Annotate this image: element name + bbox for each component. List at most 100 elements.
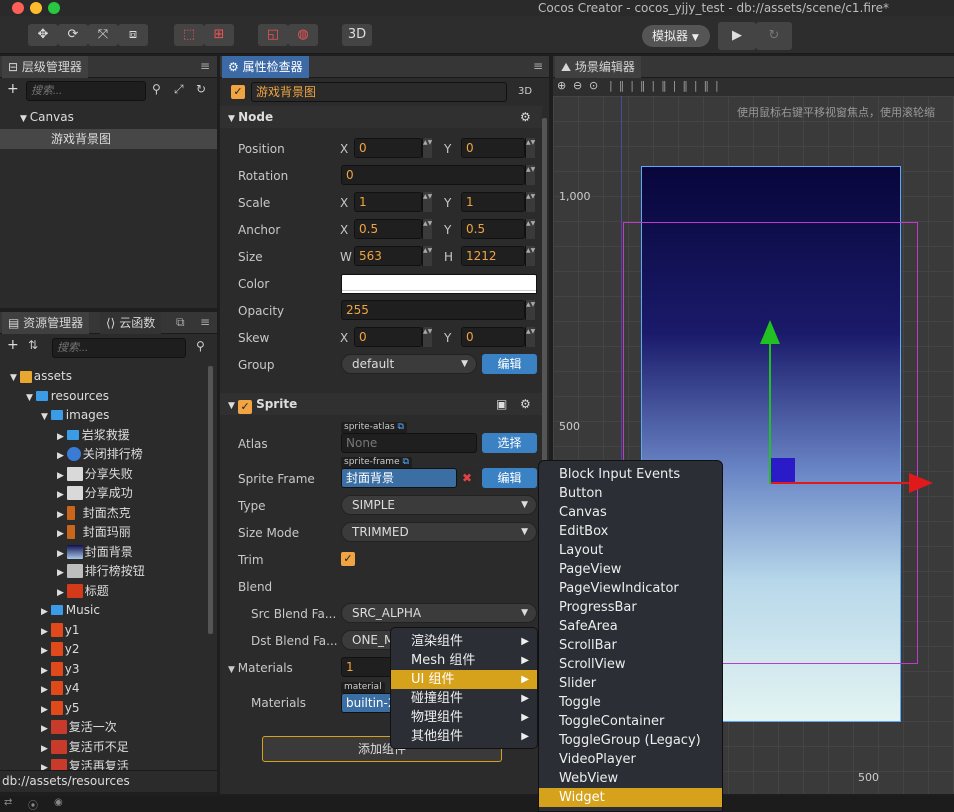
search-icon[interactable]: ⚲	[152, 82, 161, 96]
gear-icon[interactable]: ⚙	[520, 106, 531, 128]
tree-item-image[interactable]: ▶ 复活币不足	[0, 737, 205, 757]
network-icon[interactable]: ⦿	[28, 797, 38, 812]
tree-item-image[interactable]: ▶ y1	[0, 620, 205, 640]
tab-inspector[interactable]: ⚙ 属性检查器	[222, 56, 309, 78]
submenu-item-slider[interactable]: Slider	[539, 674, 722, 693]
submenu-item-scrollview[interactable]: ScrollView	[539, 655, 722, 674]
menu-item-other-components[interactable]: 其他组件 ▶	[391, 727, 537, 746]
scale-y-input[interactable]: 1	[461, 192, 525, 212]
type-select[interactable]: SIMPLE ▼	[341, 495, 537, 515]
menu-item-ui-components[interactable]: UI 组件 ▶	[391, 670, 537, 689]
refresh-icon[interactable]: ↻	[196, 82, 206, 96]
tree-item-image[interactable]: ▶ 排行榜按钮	[0, 561, 205, 581]
toggle-3d-button[interactable]: 3D	[342, 24, 372, 46]
tree-item-image[interactable]: ▶ 封面玛丽	[0, 522, 205, 542]
local-coord-icon[interactable]: ◱	[258, 24, 288, 46]
size-width-input[interactable]: 563	[354, 246, 422, 266]
skew-x-stepper[interactable]: ▲▼	[422, 327, 432, 347]
minimize-window-button[interactable]	[30, 2, 42, 14]
tree-item-image[interactable]: ▶ 标题	[0, 581, 205, 601]
submenu-item-canvas[interactable]: Canvas	[539, 503, 722, 522]
tree-item-image[interactable]: ▶ y2	[0, 639, 205, 659]
simulator-select[interactable]: 模拟器 ▼	[642, 25, 710, 47]
submenu-item-videoplayer[interactable]: VideoPlayer	[539, 750, 722, 769]
tab-cloud-functions[interactable]: ⟨⟩ 云函数	[100, 312, 162, 334]
anchor-y-stepper[interactable]: ▲▼	[525, 219, 535, 239]
color-swatch[interactable]	[341, 274, 537, 294]
menu-item-physics-components[interactable]: 物理组件 ▶	[391, 708, 537, 727]
gizmo-x-arrow-icon[interactable]	[909, 473, 933, 493]
node-active-checkbox[interactable]: ✓	[231, 85, 245, 99]
trim-checkbox[interactable]: ✓	[341, 552, 355, 566]
align-center-icon[interactable]: ⊞	[204, 24, 234, 46]
opacity-input[interactable]: 255	[341, 300, 525, 320]
gizmo-center-handle[interactable]	[771, 458, 795, 482]
sprite-section-header[interactable]: ▼ ✓ Sprite ▣ ⚙	[220, 393, 542, 415]
zoom-reset-icon[interactable]: ⊙	[589, 79, 598, 92]
edit-sprite-frame-button[interactable]: 编辑	[482, 468, 537, 488]
position-x-stepper[interactable]: ▲▼	[422, 138, 432, 158]
panel-menu-icon[interactable]: ≡	[533, 59, 543, 73]
tree-item-image[interactable]: ▶ y3	[0, 659, 205, 679]
atlas-field[interactable]: None	[341, 433, 477, 453]
anchor-x-input[interactable]: 0.5	[354, 219, 422, 239]
tree-item-resources[interactable]: ▼ resources	[0, 386, 205, 406]
tree-item-images[interactable]: ▼ images	[0, 405, 205, 425]
scale-x-input[interactable]: 1	[354, 192, 422, 212]
close-window-button[interactable]	[12, 2, 24, 14]
select-atlas-button[interactable]: 选择	[482, 433, 537, 453]
rotation-input[interactable]: 0	[341, 165, 525, 185]
menu-item-collider-components[interactable]: 碰撞组件 ▶	[391, 689, 537, 708]
search-icon[interactable]: ⚲	[196, 339, 205, 353]
assets-scrollbar[interactable]	[208, 366, 213, 634]
menu-item-mesh-components[interactable]: Mesh 组件 ▶	[391, 651, 537, 670]
tree-item-image[interactable]: ▶ 分享成功	[0, 483, 205, 503]
edit-group-button[interactable]: 编辑	[482, 354, 537, 374]
tree-item-canvas[interactable]: ▼ Canvas	[0, 107, 217, 127]
console-icon[interactable]: ⇄	[4, 797, 12, 808]
align-tools-icon[interactable]: |‖|‖|‖|‖|‖|	[609, 79, 725, 92]
tree-item-folder[interactable]: ▶ 岩浆救援	[0, 425, 205, 445]
size-height-input[interactable]: 1212	[461, 246, 525, 266]
group-select[interactable]: default ▼	[341, 354, 477, 374]
size-width-stepper[interactable]: ▲▼	[422, 246, 432, 266]
tree-item-image[interactable]: ▶ 关闭排行榜	[0, 444, 205, 464]
tree-item-image[interactable]: ▶ 分享失败	[0, 464, 205, 484]
tree-item-image[interactable]: ▶ 封面杰克	[0, 503, 205, 523]
tree-item-image[interactable]: ▶ 复活一次	[0, 717, 205, 737]
submenu-item-webview[interactable]: WebView	[539, 769, 722, 788]
submenu-item-progressbar[interactable]: ProgressBar	[539, 598, 722, 617]
position-y-stepper[interactable]: ▲▼	[525, 138, 535, 158]
skew-y-input[interactable]: 0	[461, 327, 525, 347]
hierarchy-search-input[interactable]	[26, 81, 146, 101]
submenu-item-widget[interactable]: Widget	[539, 788, 722, 807]
submenu-item-pageview-indicator[interactable]: PageViewIndicator	[539, 579, 722, 598]
move-tool-icon[interactable]: ✥	[28, 24, 58, 46]
sort-icon[interactable]: ⇅	[28, 338, 38, 352]
submenu-item-toggle[interactable]: Toggle	[539, 693, 722, 712]
skew-y-stepper[interactable]: ▲▼	[525, 327, 535, 347]
eye-icon[interactable]: ◉	[54, 797, 63, 808]
size-height-stepper[interactable]: ▲▼	[525, 246, 535, 266]
opacity-stepper[interactable]: ▲▼	[525, 300, 535, 320]
scale-tool-icon[interactable]: ⤧	[88, 24, 118, 46]
anchor-x-stepper[interactable]: ▲▼	[422, 219, 432, 239]
play-button[interactable]: ▶	[718, 22, 756, 50]
anchor-y-input[interactable]: 0.5	[461, 219, 525, 239]
sprite-frame-field[interactable]: 封面背景	[341, 468, 457, 488]
clear-icon[interactable]: ✖	[457, 468, 477, 488]
submenu-item-pageview[interactable]: PageView	[539, 560, 722, 579]
rotate-tool-icon[interactable]: ⟳	[58, 24, 88, 46]
tree-item-selected-node[interactable]: 游戏背景图	[0, 129, 217, 149]
scale-y-stepper[interactable]: ▲▼	[525, 192, 535, 212]
tree-item-image[interactable]: ▶ 封面背景	[0, 542, 205, 562]
panel-menu-icon[interactable]: ≡	[200, 59, 210, 73]
tab-assets[interactable]: ▤ 资源管理器	[2, 312, 90, 334]
global-coord-icon[interactable]: ◍	[288, 24, 318, 46]
submenu-item-button[interactable]: Button	[539, 484, 722, 503]
position-y-input[interactable]: 0	[461, 138, 525, 158]
gizmo-y-arrow-icon[interactable]	[760, 320, 780, 344]
assets-search-input[interactable]	[52, 338, 186, 358]
rect-tool-icon[interactable]: ⧈	[118, 24, 148, 46]
zoom-out-icon[interactable]: ⊖	[573, 79, 582, 92]
